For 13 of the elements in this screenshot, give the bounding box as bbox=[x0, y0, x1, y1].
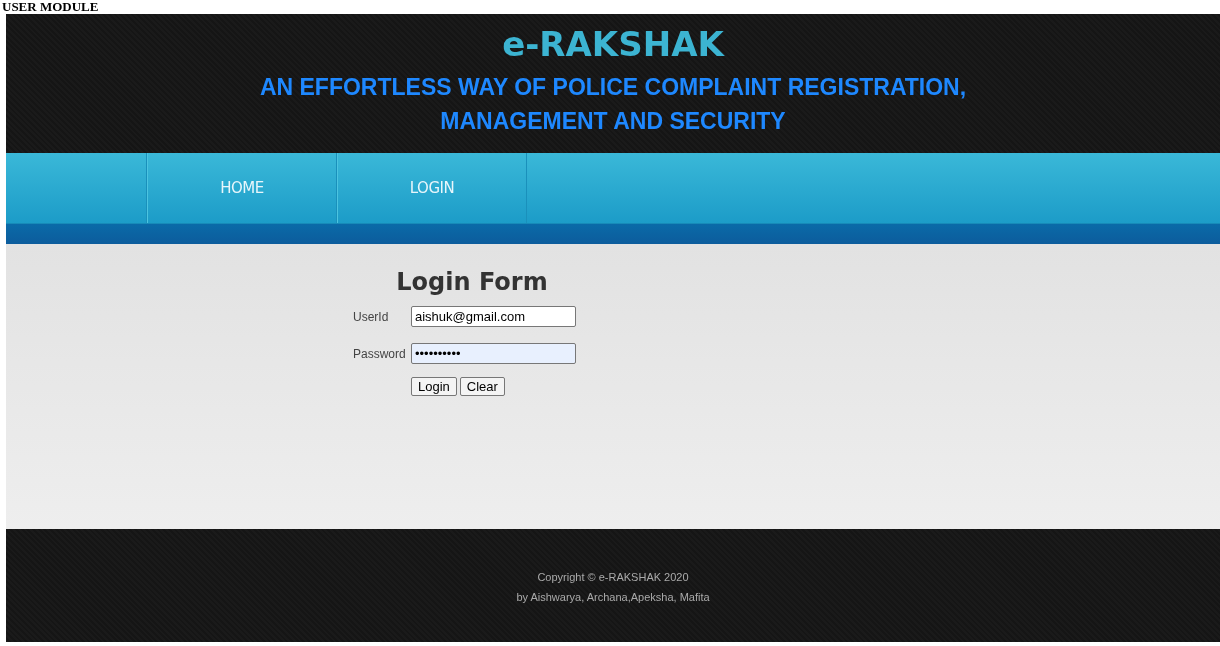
form-button[interactable]: Login bbox=[411, 377, 457, 396]
field-label: Password bbox=[352, 346, 407, 361]
field-label: UserId bbox=[352, 309, 390, 324]
form-title: Login Form bbox=[395, 268, 549, 296]
authors-text: by Aishwarya, Archana,Apeksha, Mafita bbox=[516, 591, 710, 603]
tagline: AN EFFORTLESS WAY OF POLICE COMPLAINT REGISTRATION, bbox=[259, 73, 967, 102]
form-button[interactable]: Clear bbox=[459, 377, 505, 396]
input-field[interactable]: aishuk@gmail.com bbox=[411, 306, 576, 327]
site-title: e-RAKSHAK bbox=[502, 24, 724, 64]
tagline: MANAGEMENT AND SECURITY bbox=[440, 107, 786, 136]
page-heading: USER MODULE bbox=[1, 0, 100, 14]
copyright-text: Copyright © e-RAKSHAK 2020 bbox=[537, 571, 689, 583]
input-field[interactable]: •••••••••• bbox=[411, 343, 576, 364]
